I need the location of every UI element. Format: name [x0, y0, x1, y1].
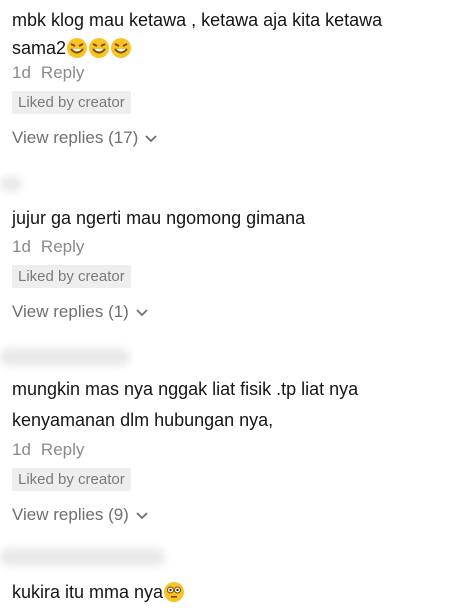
rolling-laughing-emoji-icon — [111, 38, 132, 58]
blurred-username — [0, 348, 130, 366]
blurred-username — [0, 176, 22, 192]
comment-text: jujur ga ngerti mau ngomong gimana — [12, 208, 306, 228]
view-replies-button[interactable]: View replies (1) — [12, 302, 149, 322]
comment-text: sama2 — [12, 38, 67, 58]
view-replies-label: View replies (1) — [12, 302, 129, 321]
comment-time: 1d — [12, 63, 31, 82]
comment-time: 1d — [12, 440, 31, 459]
liked-by-creator-badge: Liked by creator — [12, 91, 131, 114]
rolling-laughing-emoji-icon — [67, 38, 88, 58]
view-replies-label: View replies (9) — [12, 505, 129, 524]
comment-text: kenyamanan dlm hubungan nya, — [12, 410, 274, 430]
liked-by-creator-badge: Liked by creator — [12, 265, 131, 288]
blurred-username — [0, 548, 165, 566]
chevron-down-icon — [136, 309, 148, 317]
chevron-down-icon — [136, 512, 148, 520]
comment-text-line2: sama2 — [12, 34, 132, 62]
rolling-laughing-emoji-icon — [89, 38, 110, 58]
comment-text: mungkin mas nya nggak liat fisik .tp lia… — [12, 379, 359, 399]
flushed-face-emoji-icon — [164, 582, 185, 602]
comment-text: mbk klog mau ketawa , ketawa aja kita ke… — [12, 10, 383, 30]
view-replies-button[interactable]: View replies (17) — [12, 128, 158, 148]
comment-meta: 1d Reply — [12, 237, 94, 257]
reply-button[interactable]: Reply — [41, 63, 84, 82]
view-replies-button[interactable]: View replies (9) — [12, 505, 149, 525]
reply-button[interactable]: Reply — [41, 237, 84, 256]
comment-text: kukira itu mma nya — [12, 582, 164, 602]
reply-button[interactable]: Reply — [41, 440, 84, 459]
comment-text-line: kukira itu mma nya — [12, 578, 185, 606]
comment-time: 1d — [12, 237, 31, 256]
comment-meta: 1d Reply — [12, 63, 94, 83]
chevron-down-icon — [145, 135, 157, 143]
liked-by-creator-badge: Liked by creator — [12, 468, 131, 491]
view-replies-label: View replies (17) — [12, 128, 139, 147]
comment-meta: 1d Reply — [12, 440, 94, 460]
